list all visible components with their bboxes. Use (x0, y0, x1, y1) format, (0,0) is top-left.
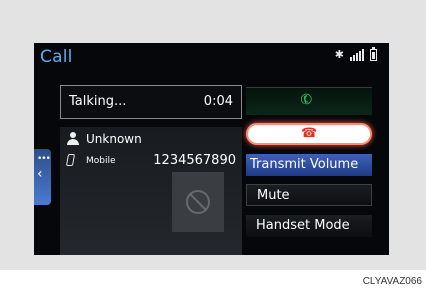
side-menu-tab[interactable]: ••• ‹ (34, 149, 51, 205)
caller-info-panel: Unknown Mobile 1234567890 (60, 127, 242, 255)
phone-answer-icon: ✆ (297, 90, 316, 110)
mute-button[interactable]: Mute (246, 184, 372, 206)
more-icon: ••• (37, 154, 51, 164)
display-frame: Call ✱ ••• ‹ Talking... 0:04 Unknown Mob… (0, 0, 426, 270)
caller-name: Unknown (86, 132, 142, 146)
bluetooth-icon: ✱ (334, 48, 344, 61)
screen-title: Call (40, 47, 73, 67)
phone-number: 1234567890 (153, 153, 236, 168)
contact-photo (172, 172, 224, 232)
mobile-phone-icon (65, 154, 76, 166)
signal-icon (350, 49, 364, 61)
end-call-button[interactable]: ☎ (246, 123, 372, 145)
call-status-box: Talking... 0:04 (60, 85, 242, 119)
phone-hangup-icon: ☎ (301, 126, 318, 141)
image-code-caption: CLYAVAZ066 (362, 276, 422, 287)
handset-mode-button[interactable]: Handset Mode (246, 215, 372, 237)
answer-call-button[interactable]: ✆ (246, 87, 372, 115)
person-icon (66, 132, 80, 146)
chevron-left-icon: ‹ (37, 166, 43, 182)
call-screen: Call ✱ ••• ‹ Talking... 0:04 Unknown Mob… (34, 43, 389, 255)
phone-type: Mobile (86, 156, 116, 166)
no-photo-icon (186, 190, 210, 214)
transmit-volume-button[interactable]: Transmit Volume (246, 154, 372, 176)
call-duration: 0:04 (203, 94, 233, 109)
battery-icon (370, 47, 377, 61)
call-status: Talking... (69, 94, 127, 109)
status-bar: ✱ (334, 47, 377, 61)
